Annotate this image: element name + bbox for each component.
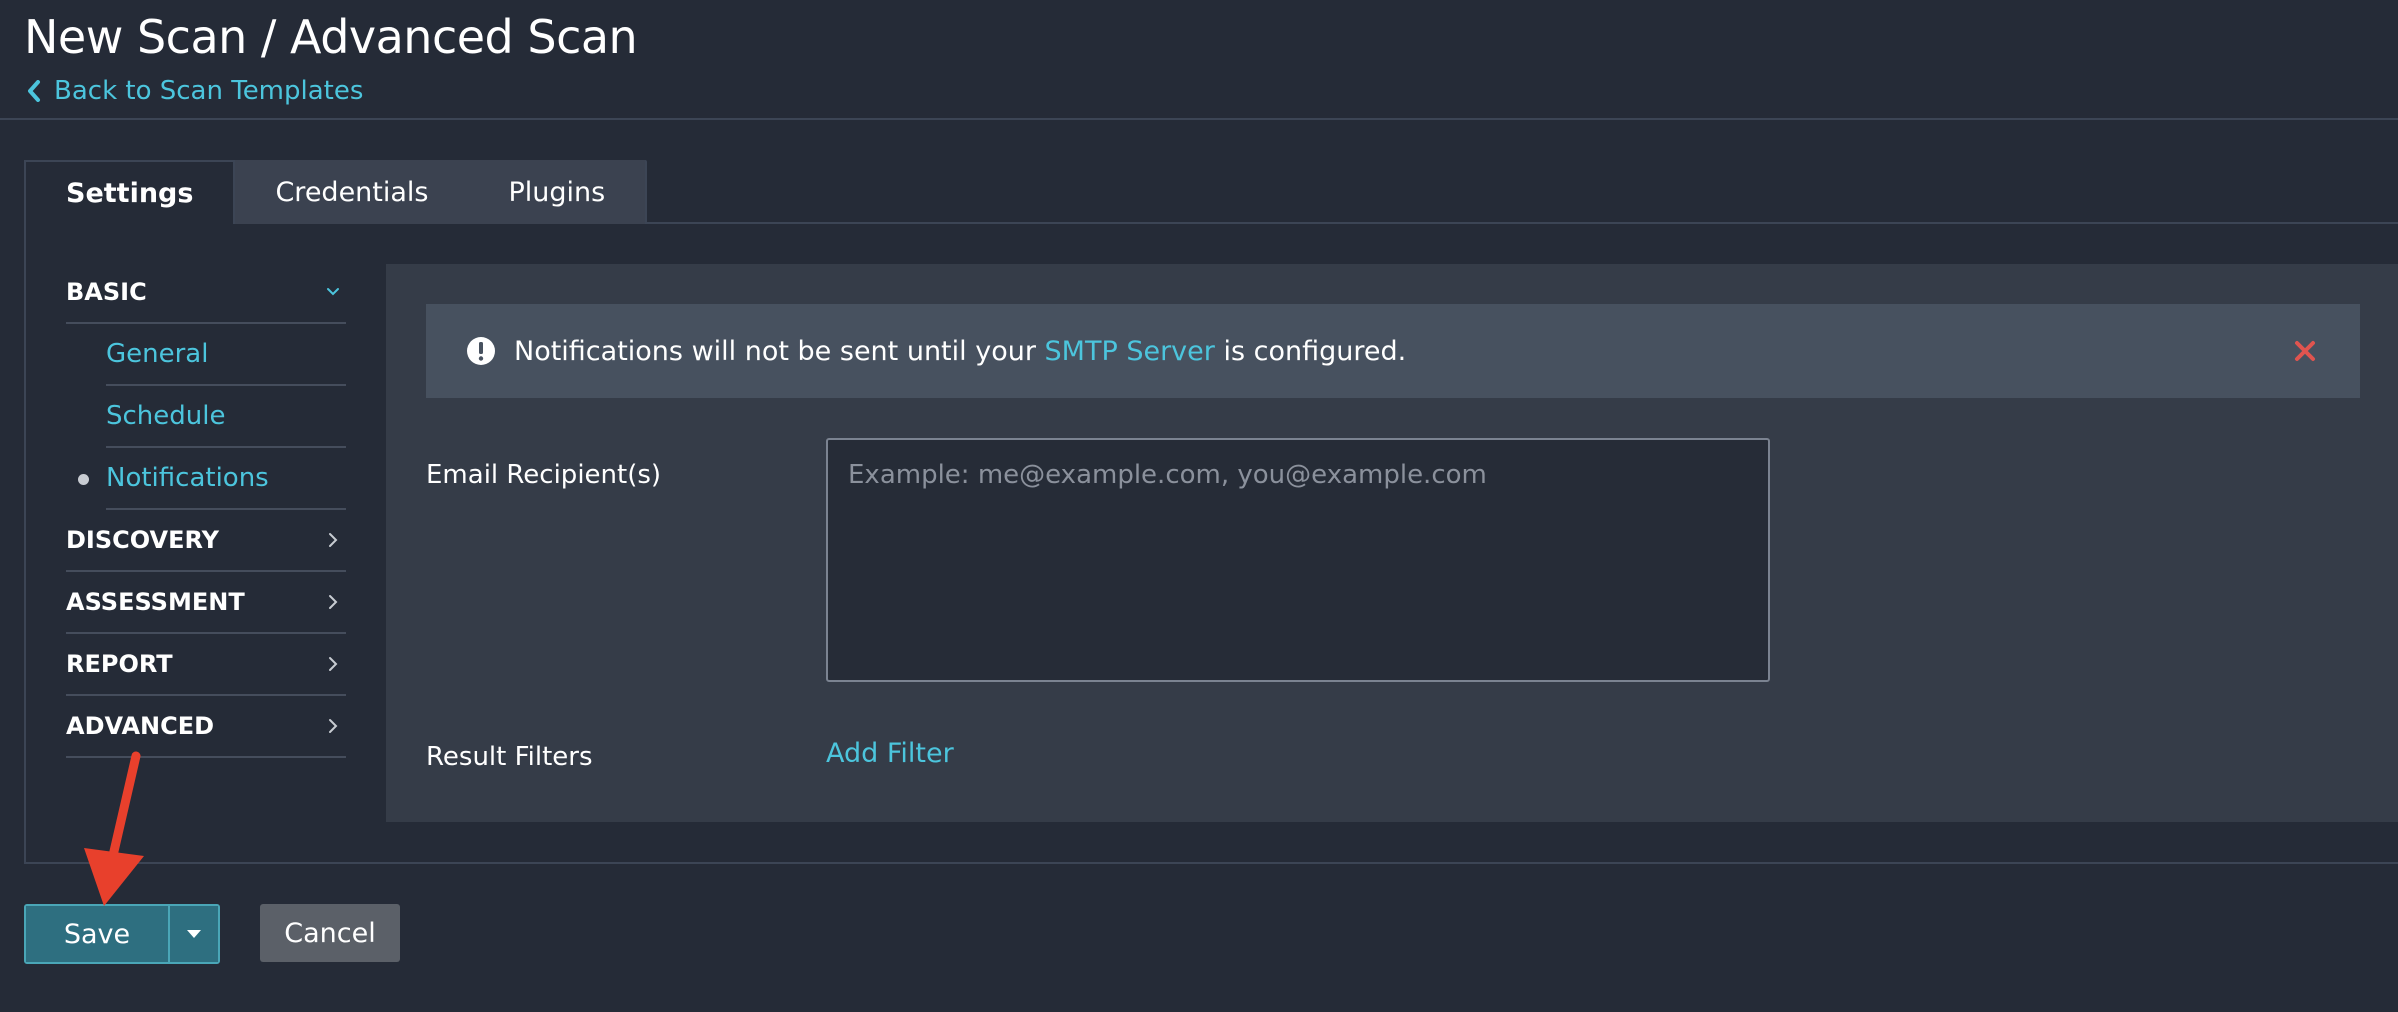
sidebar-section-assessment[interactable]: ASSESSMENT bbox=[66, 572, 346, 634]
sidebar-item-general[interactable]: General bbox=[106, 324, 346, 386]
tab-settings-label: Settings bbox=[66, 177, 194, 209]
back-to-templates-link[interactable]: Back to Scan Templates bbox=[26, 76, 363, 106]
caret-down-icon bbox=[187, 930, 201, 938]
sidebar-section-label: DISCOVERY bbox=[66, 526, 220, 554]
alert-text-before: Notifications will not be sent until you… bbox=[514, 335, 1045, 367]
tabs-divider bbox=[600, 222, 2398, 224]
chevron-right-icon bbox=[329, 719, 338, 733]
chevron-down-icon bbox=[327, 288, 339, 296]
sidebar-section-advanced[interactable]: ADVANCED bbox=[66, 696, 346, 758]
chevron-right-icon bbox=[329, 595, 338, 609]
sidebar-section-label: BASIC bbox=[66, 278, 147, 306]
sidebar-section-label: REPORT bbox=[66, 650, 173, 678]
page-title: New Scan / Advanced Scan bbox=[24, 10, 638, 64]
save-button-group: Save bbox=[24, 904, 220, 964]
sidebar-section-label: ADVANCED bbox=[66, 712, 215, 740]
notifications-panel: Notifications will not be sent until you… bbox=[386, 264, 2398, 822]
tab-settings[interactable]: Settings bbox=[24, 160, 236, 224]
email-recipients-label: Email Recipient(s) bbox=[426, 460, 662, 490]
tab-credentials-label: Credentials bbox=[275, 176, 429, 208]
alert-message: Notifications will not be sent until you… bbox=[514, 336, 1406, 367]
sidebar-section-label: ASSESSMENT bbox=[66, 588, 245, 616]
cancel-button[interactable]: Cancel bbox=[260, 904, 400, 962]
sidebar-item-label: General bbox=[106, 339, 209, 369]
tab-bar: Settings Credentials Plugins bbox=[24, 160, 648, 224]
close-icon[interactable] bbox=[2290, 336, 2320, 366]
add-filter-link[interactable]: Add Filter bbox=[826, 738, 954, 769]
header-divider bbox=[0, 118, 2398, 120]
sidebar-section-basic[interactable]: BASIC bbox=[66, 262, 346, 324]
sidebar-section-report[interactable]: REPORT bbox=[66, 634, 346, 696]
chevron-right-icon bbox=[329, 657, 338, 671]
sidebar-item-label: Schedule bbox=[106, 401, 226, 431]
smtp-warning-alert: Notifications will not be sent until you… bbox=[426, 304, 2360, 398]
tab-plugins[interactable]: Plugins bbox=[468, 160, 648, 224]
exclamation-circle-icon bbox=[467, 337, 495, 365]
result-filters-label: Result Filters bbox=[426, 742, 593, 772]
tab-credentials[interactable]: Credentials bbox=[235, 160, 469, 224]
save-options-dropdown[interactable] bbox=[170, 906, 218, 962]
back-link-label: Back to Scan Templates bbox=[54, 76, 364, 106]
sidebar-item-notifications[interactable]: Notifications bbox=[78, 448, 346, 510]
save-button[interactable]: Save bbox=[26, 906, 168, 962]
selected-bullet-icon bbox=[78, 474, 89, 485]
tab-plugins-label: Plugins bbox=[508, 176, 606, 208]
sidebar-item-label: Notifications bbox=[106, 463, 269, 493]
sidebar-section-discovery[interactable]: DISCOVERY bbox=[66, 510, 346, 572]
page: New Scan / Advanced Scan Back to Scan Te… bbox=[0, 0, 2398, 1012]
sidebar-item-schedule[interactable]: Schedule bbox=[106, 386, 346, 448]
smtp-server-link[interactable]: SMTP Server bbox=[1045, 336, 1215, 367]
email-recipients-field[interactable] bbox=[826, 438, 1770, 682]
chevron-left-icon bbox=[28, 80, 40, 102]
settings-sidebar: BASIC General Schedule Notifications DIS… bbox=[66, 262, 346, 758]
alert-text-after: is configured. bbox=[1214, 335, 1407, 367]
chevron-right-icon bbox=[329, 533, 338, 547]
